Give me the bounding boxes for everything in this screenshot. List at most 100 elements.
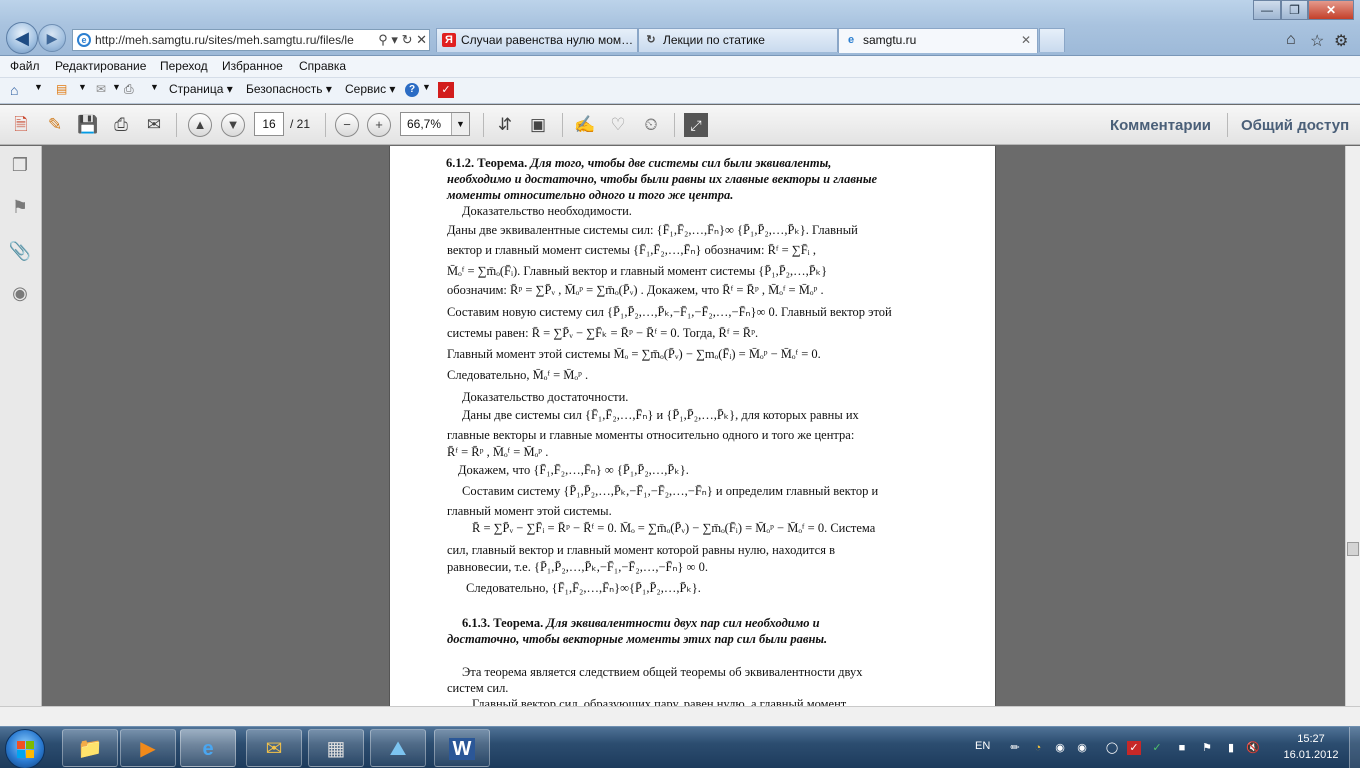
- help-icon[interactable]: ?: [405, 83, 419, 97]
- tray-app-icon[interactable]: ▮: [1224, 741, 1238, 755]
- show-desktop-button[interactable]: [1349, 727, 1360, 768]
- picture-viewer-taskbar-icon[interactable]: ⛰: [370, 729, 426, 767]
- tray-app-icon[interactable]: ◉: [1053, 741, 1067, 755]
- binoculars-icon[interactable]: ◉: [8, 280, 32, 306]
- tab-2[interactable]: ↻ Лекции по статике: [638, 28, 838, 52]
- stamp-icon[interactable]: ⏲: [638, 112, 664, 138]
- security-menu[interactable]: Безопасность ▾: [246, 82, 332, 96]
- service-menu[interactable]: Сервис ▾: [345, 82, 395, 96]
- outlook-taskbar-icon[interactable]: ✉: [246, 729, 302, 767]
- dropdown-icon[interactable]: ▾: [391, 32, 398, 47]
- page-menu[interactable]: Страница ▾: [169, 82, 233, 96]
- system-clock[interactable]: 15:27 16.01.2012: [1276, 731, 1346, 763]
- ie-tab-icon: e: [847, 34, 855, 46]
- page-text-line: главные векторы и главные моменты относи…: [447, 428, 854, 443]
- tray-app-icon[interactable]: ◯: [1105, 741, 1119, 755]
- address-tools: ⚲ ▾ ↻ ✕: [374, 30, 427, 50]
- page-text-line: Эта теорема является следствием общей те…: [462, 665, 862, 680]
- page-text-line: Доказательство необходимости.: [462, 204, 632, 219]
- acrobat-icon[interactable]: ✓: [438, 82, 454, 98]
- dropdown-icon[interactable]: ▼: [150, 82, 159, 92]
- comments-button[interactable]: Комментарии: [1110, 117, 1211, 134]
- mail-icon[interactable]: ✉: [96, 82, 106, 96]
- clock-app-icon[interactable]: ◔: [1031, 741, 1045, 755]
- calculator-taskbar-icon[interactable]: ▦: [308, 729, 364, 767]
- pages-icon[interactable]: ❐: [8, 152, 32, 178]
- page-text-line: систем сил.: [447, 681, 508, 696]
- page-text-line: R̄ᶠ = R̄ᵖ , M̄ₒᶠ = M̄ₒᵖ .: [447, 445, 548, 460]
- minimize-button[interactable]: —: [1253, 0, 1281, 20]
- tab-3-active[interactable]: e samgtu.ru ✕: [838, 28, 1038, 53]
- menu-go[interactable]: Переход: [160, 59, 208, 73]
- vertical-scrollbar[interactable]: [1345, 146, 1360, 706]
- acrobat-tray-icon[interactable]: ✓: [1127, 741, 1141, 755]
- menu-help[interactable]: Справка: [299, 59, 346, 73]
- zoom-in-button[interactable]: +: [367, 113, 391, 137]
- tab-1[interactable]: Я Случаи равенства нулю мом…: [436, 28, 638, 52]
- loading-icon: ↻: [646, 34, 656, 46]
- maximize-button[interactable]: ❐: [1281, 0, 1308, 20]
- page-text-line: 6.1.2. Теорема. Для того, чтобы две сист…: [446, 156, 831, 171]
- bookmark-icon[interactable]: ⚑: [8, 194, 32, 220]
- feeds-icon[interactable]: ▤: [56, 82, 67, 96]
- page-text-span: R̄ᶠ = R̄ᵖ , M̄ₒᶠ = M̄ₒᵖ .: [447, 445, 549, 459]
- settings-gear-icon[interactable]: ⚙: [1334, 31, 1348, 51]
- page-text-span: Даны две системы сил {F̄₁,F̄₂,…,F̄ₙ} и {…: [462, 408, 859, 422]
- menu-favorites[interactable]: Избранное: [222, 59, 283, 73]
- menu-file[interactable]: Файл: [10, 59, 40, 73]
- share-button[interactable]: Общий доступ: [1241, 117, 1349, 134]
- home-page-icon[interactable]: ⌂: [10, 82, 18, 98]
- zoom-value: 66,7%: [407, 117, 442, 131]
- pen-icon[interactable]: ✏: [1008, 741, 1022, 755]
- favorites-star-icon[interactable]: ☆: [1310, 31, 1324, 51]
- save-icon[interactable]: 💾: [75, 112, 101, 138]
- print-icon[interactable]: ⎙: [124, 82, 134, 97]
- media-player-taskbar-icon[interactable]: ▶: [120, 729, 176, 767]
- fullscreen-icon[interactable]: ⤢: [684, 113, 708, 137]
- dropdown-icon[interactable]: ▼: [78, 82, 87, 92]
- fit-page-icon[interactable]: ▣: [525, 112, 551, 138]
- close-tab-icon[interactable]: ✕: [1021, 29, 1031, 51]
- forward-button[interactable]: ▶: [38, 24, 66, 52]
- stop-icon[interactable]: ✕: [416, 32, 427, 47]
- new-tab-button[interactable]: [1039, 28, 1065, 52]
- refresh-icon[interactable]: ↻: [402, 32, 413, 47]
- attachment-icon[interactable]: 📎: [8, 238, 32, 264]
- tray-app-icon[interactable]: ■: [1175, 741, 1189, 755]
- page-text-line: Главный момент этой системы M̄ₒ = ∑m̄ₒ(P…: [447, 347, 821, 362]
- close-window-button[interactable]: ✕: [1308, 0, 1354, 20]
- ie-taskbar-icon[interactable]: e: [180, 729, 236, 767]
- previous-page-button[interactable]: ▲: [188, 113, 212, 137]
- page-number-input[interactable]: 16: [254, 112, 284, 136]
- comment-icon[interactable]: ✍: [572, 112, 598, 138]
- create-pdf-icon[interactable]: 🗎: [8, 112, 34, 138]
- zoom-select[interactable]: 66,7% ▼: [400, 112, 470, 136]
- email-icon[interactable]: ✉: [141, 112, 167, 138]
- edit-pdf-icon[interactable]: ✎: [42, 112, 68, 138]
- word-taskbar-icon[interactable]: W: [434, 729, 490, 767]
- print-icon[interactable]: ⎙: [108, 112, 134, 138]
- explorer-taskbar-icon[interactable]: 📁: [62, 729, 118, 767]
- dropdown-icon[interactable]: ▼: [34, 82, 43, 92]
- zoom-out-button[interactable]: −: [335, 113, 359, 137]
- next-page-button[interactable]: ▼: [221, 113, 245, 137]
- volume-muted-icon[interactable]: 🔇: [1246, 741, 1260, 755]
- flag-icon[interactable]: ⚑: [1200, 741, 1214, 755]
- menu-edit[interactable]: Редактирование: [55, 59, 146, 73]
- back-button[interactable]: ◀: [6, 22, 38, 54]
- tray-app-icon[interactable]: ◉: [1075, 741, 1089, 755]
- fit-width-icon[interactable]: ⇵: [492, 112, 518, 138]
- start-button[interactable]: [5, 729, 45, 768]
- sign-icon[interactable]: ♡: [605, 112, 631, 138]
- page-text-span: 6.1.2. Теорема.: [446, 156, 528, 170]
- windows-logo-icon: [17, 741, 35, 759]
- search-icon[interactable]: ⚲: [378, 32, 388, 47]
- address-bar[interactable]: e http://meh.samgtu.ru/sites/meh.samgtu.…: [72, 29, 430, 51]
- update-icon[interactable]: ✓: [1150, 741, 1164, 755]
- separator: [176, 113, 177, 137]
- scrollbar-thumb[interactable]: [1347, 542, 1359, 556]
- language-indicator[interactable]: EN: [975, 740, 990, 752]
- dropdown-icon[interactable]: ▼: [422, 82, 431, 92]
- home-icon[interactable]: ⌂: [1286, 31, 1296, 49]
- dropdown-icon[interactable]: ▼: [112, 82, 121, 92]
